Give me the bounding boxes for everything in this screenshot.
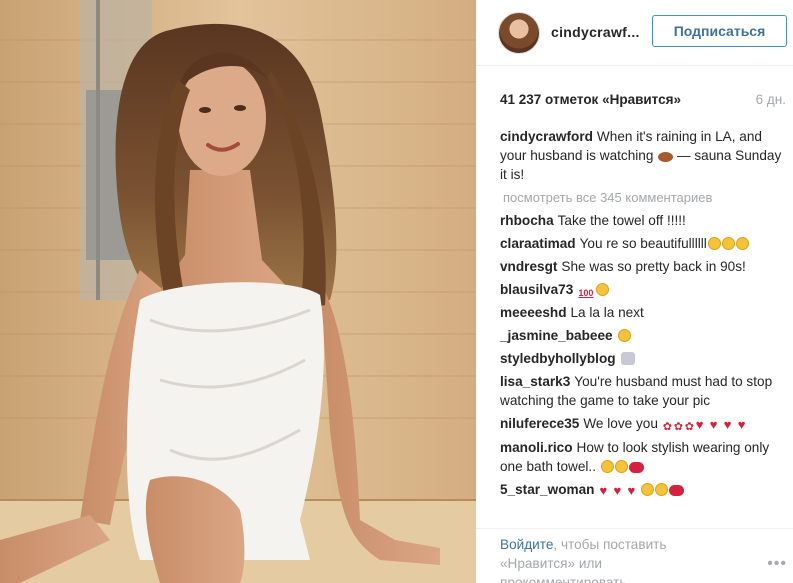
comment-text: We love you (583, 416, 658, 431)
comment-username[interactable]: 5_star_woman (500, 482, 594, 497)
avatar[interactable] (498, 12, 540, 54)
heart-icon: ♥ (737, 417, 746, 432)
tongue-face-icon (596, 283, 610, 296)
kiss-face-icon (600, 460, 614, 473)
comment-username[interactable]: manoli.rico (500, 440, 573, 455)
photo-illustration (0, 0, 476, 583)
comment-item: _jasmine_babeee (500, 326, 785, 345)
football-icon (658, 152, 674, 162)
rose-icon: ✿ (662, 421, 672, 433)
post-sidebar: cindycrawf... Подписаться 41 237 отметок… (476, 0, 793, 583)
heart-eyes-icon (721, 237, 735, 250)
lips-icon (669, 485, 685, 496)
comment-username[interactable]: styledbyhollyblog (500, 351, 616, 366)
kiss-face-icon (655, 483, 669, 496)
comment-item: niluferece35 We love you ✿ ✿ ✿ ♥ ♥ ♥ ♥ (500, 414, 785, 434)
rose-icon: ✿ (673, 421, 683, 433)
comment-text: She was so pretty back in 90s! (561, 259, 746, 274)
comment-item: styledbyhollyblog (500, 349, 785, 368)
heart-icon: ♥ (627, 483, 636, 498)
heart-icon: ♥ (613, 483, 622, 498)
heart-eyes-icon (707, 237, 721, 250)
username-link[interactable]: cindycrawf... (551, 24, 639, 40)
caption: cindycrawford When it's raining in LA, an… (500, 127, 785, 184)
login-prompt: Войдите, чтобы поставить «Нравится» или … (500, 535, 730, 583)
post-header: cindycrawf... Подписаться (476, 0, 793, 66)
likes-row: 41 237 отметок «Нравится» 6 дн. (500, 92, 790, 110)
comment-item: manoli.rico How to look stylish wearing o… (500, 438, 785, 476)
view-all-comments-link[interactable]: посмотреть все 345 комментариев (503, 188, 785, 207)
login-link[interactable]: Войдите (500, 537, 553, 552)
comment-item: claraatimad You re so beautifullllll (500, 234, 785, 253)
wink-face-icon (614, 460, 628, 473)
heart-icon: ♥ (599, 483, 608, 498)
more-options-icon[interactable]: ••• (767, 555, 787, 573)
comment-item: 5_star_woman ♥ ♥ ♥ (500, 480, 785, 499)
comment-text: Take the towel off !!!!! (557, 213, 686, 228)
likes-count[interactable]: 41 237 отметок «Нравится» (500, 92, 681, 107)
comment-item: vndresgt She was so pretty back in 90s! (500, 257, 785, 276)
rose-icon: ✿ (684, 421, 694, 433)
comment-username[interactable]: niluferece35 (500, 416, 579, 431)
comment-username[interactable]: _jasmine_babeee (500, 328, 613, 343)
heart-icon: ♥ (723, 417, 732, 432)
comment-item: blausilva73 100 (500, 280, 785, 299)
comment-username[interactable]: meeeeshd (500, 305, 567, 320)
post-photo[interactable] (0, 0, 476, 583)
heart-eyes-icon (641, 483, 655, 496)
comment-item: lisa_stark3 You're husband must had to st… (500, 372, 785, 410)
heart-eyes-icon (617, 329, 631, 342)
post-footer: Войдите, чтобы поставить «Нравится» или … (476, 528, 793, 583)
hundred-points-icon: 100 (578, 288, 594, 298)
lips-icon (628, 462, 644, 473)
scream-face-icon (620, 352, 635, 365)
comment-username[interactable]: rhbocha (500, 213, 554, 228)
heart-eyes-icon (735, 237, 749, 250)
comment-item: meeeeshd La la la next (500, 303, 785, 322)
comment-text: You re so beautifullllll (579, 236, 707, 251)
comment-username[interactable]: lisa_stark3 (500, 374, 570, 389)
caption-username[interactable]: cindycrawford (500, 129, 593, 144)
comment-username[interactable]: blausilva73 (500, 282, 573, 297)
comment-username[interactable]: claraatimad (500, 236, 576, 251)
heart-icon: ♥ (709, 417, 718, 432)
follow-button[interactable]: Подписаться (652, 15, 787, 47)
comment-item: rhbocha Take the towel off !!!!! (500, 211, 785, 230)
comment-username[interactable]: vndresgt (500, 259, 557, 274)
comments-list: cindycrawford When it's raining in LA, an… (500, 127, 785, 503)
post-time[interactable]: 6 дн. (756, 92, 786, 107)
heart-icon: ♥ (695, 417, 704, 432)
comment-text: La la la next (570, 305, 644, 320)
